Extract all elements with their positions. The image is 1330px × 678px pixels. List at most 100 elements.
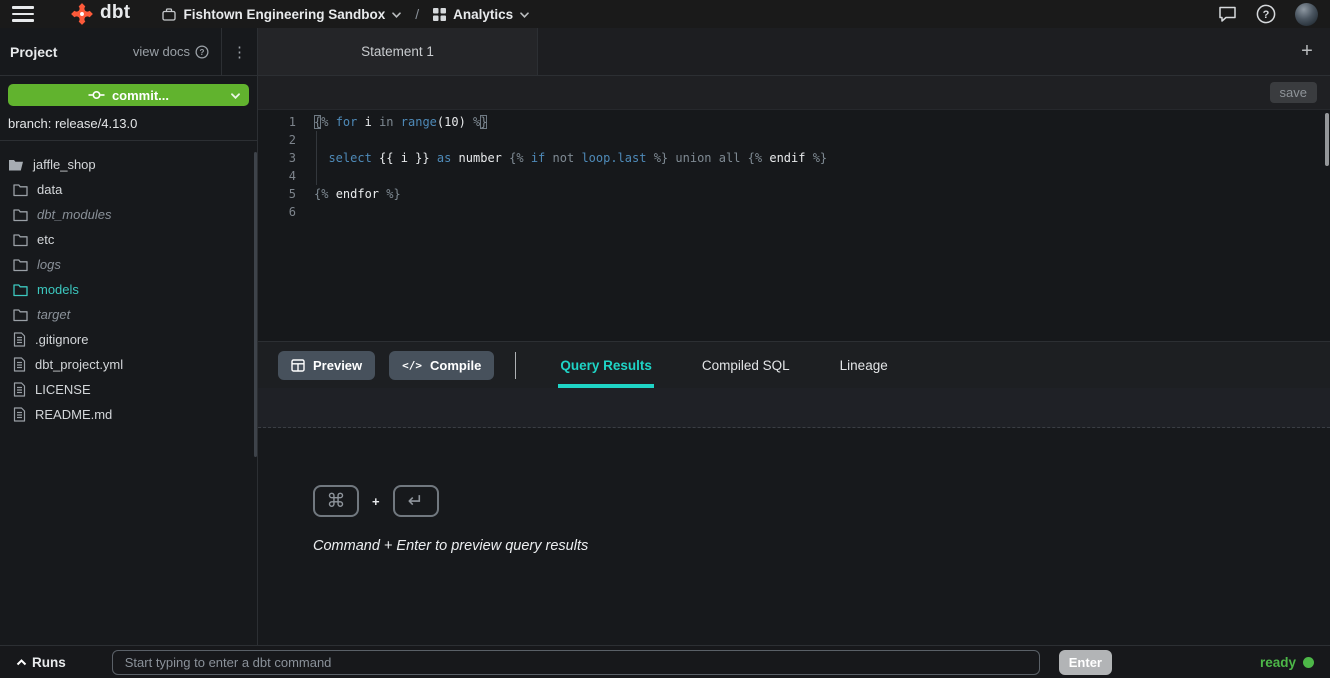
- path-separator: /: [415, 6, 419, 22]
- help-circle-icon: ?: [195, 45, 209, 59]
- tree-item-logs[interactable]: logs: [0, 252, 257, 277]
- indent-guide: [316, 131, 317, 185]
- environment-selector[interactable]: Analytics: [433, 7, 529, 22]
- tree-item-models[interactable]: models: [0, 277, 257, 302]
- grid-icon: [433, 8, 446, 21]
- tree-item-label: LICENSE: [35, 382, 91, 397]
- file-icon: [13, 332, 26, 347]
- view-docs-label: view docs: [133, 44, 190, 59]
- help-icon[interactable]: ?: [1256, 4, 1276, 24]
- chevron-up-icon: [16, 659, 27, 666]
- save-button[interactable]: save: [1270, 82, 1317, 103]
- new-tab-button[interactable]: +: [1284, 28, 1330, 75]
- chevron-down-icon: [520, 12, 529, 18]
- git-commit-icon: [88, 89, 105, 101]
- line-number: 5: [258, 185, 296, 203]
- command-status-bar: Runs Enter ready: [0, 645, 1330, 678]
- branch-label: branch: release/4.13.0: [8, 116, 249, 131]
- editor-main: Statement 1 + save 1 {% for i in range(10…: [258, 28, 1330, 645]
- results-panel: Preview </> Compile Query Results Compile…: [258, 341, 1330, 645]
- dbt-logo-text: dbt: [100, 2, 130, 24]
- tab-query-results[interactable]: Query Results: [558, 342, 654, 388]
- project-selector-label: Fishtown Engineering Sandbox: [183, 7, 385, 22]
- plus-separator: +: [372, 494, 380, 509]
- tree-item-label: logs: [37, 257, 61, 272]
- return-key-icon: ↵: [393, 485, 439, 517]
- svg-text:?: ?: [200, 47, 205, 56]
- tree-item-etc[interactable]: etc: [0, 227, 257, 252]
- chevron-down-icon: [392, 12, 401, 18]
- code-editor[interactable]: 1{% for i in range(10) %}23 select {{ i …: [258, 110, 1330, 341]
- code-icon: </>: [402, 359, 422, 372]
- results-header-strip: [258, 388, 1330, 428]
- compile-button-label: Compile: [430, 358, 481, 373]
- commit-button[interactable]: commit...: [8, 84, 249, 106]
- dbt-logo[interactable]: dbt: [70, 2, 130, 26]
- preview-button-label: Preview: [313, 358, 362, 373]
- file-icon: [13, 382, 26, 397]
- tree-item-target[interactable]: target: [0, 302, 257, 327]
- tree-item-label: etc: [37, 232, 54, 247]
- project-sidebar: Project view docs ? ⋮ commit... branch: …: [0, 28, 258, 645]
- folder-icon: [13, 283, 28, 297]
- sidebar-header: Project view docs ? ⋮: [0, 28, 257, 76]
- tab-compiled-sql[interactable]: Compiled SQL: [700, 342, 792, 388]
- project-selector[interactable]: Fishtown Engineering Sandbox: [162, 7, 401, 22]
- code-line-text[interactable]: {% endfor %}: [314, 185, 401, 203]
- results-toolbar: Preview </> Compile Query Results Compile…: [258, 342, 1330, 388]
- kebab-menu-icon[interactable]: ⋮: [221, 28, 257, 75]
- tree-item-label: dbt_modules: [37, 207, 111, 222]
- editor-tab-bar: Statement 1 +: [258, 28, 1330, 76]
- line-number: 1: [258, 113, 296, 131]
- tree-item--gitignore[interactable]: .gitignore: [0, 327, 257, 352]
- dbt-command-input[interactable]: [112, 650, 1040, 675]
- enter-button[interactable]: Enter: [1059, 650, 1112, 675]
- user-avatar[interactable]: [1295, 3, 1318, 26]
- commit-button-label: commit...: [112, 88, 169, 103]
- tree-item-license[interactable]: LICENSE: [0, 377, 257, 402]
- results-empty-state: ⌘ + ↵ Command + Enter to preview query r…: [258, 428, 1330, 645]
- tab-lineage[interactable]: Lineage: [838, 342, 890, 388]
- tree-item-label: .gitignore: [35, 332, 88, 347]
- runs-label: Runs: [32, 655, 66, 670]
- runs-toggle[interactable]: Runs: [16, 655, 66, 670]
- editor-scrollbar[interactable]: [1325, 113, 1329, 166]
- tree-item-dbt-modules[interactable]: dbt_modules: [0, 202, 257, 227]
- sidebar-scrollbar[interactable]: [254, 152, 257, 457]
- folder-open-icon: [8, 158, 24, 172]
- tree-item-label: README.md: [35, 407, 112, 422]
- code-area: 1{% for i in range(10) %}23 select {{ i …: [258, 113, 1330, 221]
- view-docs-link[interactable]: view docs ?: [133, 44, 209, 59]
- chevron-down-icon: [231, 93, 240, 99]
- tree-item-dbt-project-yml[interactable]: dbt_project.yml: [0, 352, 257, 377]
- tree-item-readme-md[interactable]: README.md: [0, 402, 257, 427]
- tree-item-jaffle-shop[interactable]: jaffle_shop: [0, 152, 257, 177]
- hamburger-menu-icon[interactable]: [12, 6, 34, 22]
- tree-item-label: dbt_project.yml: [35, 357, 123, 372]
- folder-icon: [13, 233, 28, 247]
- preview-hint-text: Command + Enter to preview query results: [313, 538, 1330, 554]
- briefcase-icon: [162, 8, 176, 21]
- tree-item-label: jaffle_shop: [33, 157, 96, 172]
- line-number: 2: [258, 131, 296, 149]
- folder-icon: [13, 308, 28, 322]
- dbt-logo-icon: [70, 2, 94, 26]
- sidebar-title: Project: [10, 44, 57, 60]
- tab-statement-1[interactable]: Statement 1: [258, 28, 538, 75]
- tree-item-data[interactable]: data: [0, 177, 257, 202]
- folder-icon: [13, 183, 28, 197]
- code-line-text[interactable]: select {{ i }} as number {% if not loop.…: [314, 149, 827, 167]
- preview-button[interactable]: Preview: [278, 351, 375, 380]
- line-number: 6: [258, 203, 296, 221]
- top-bar: dbt Fishtown Engineering Sandbox / Analy…: [0, 0, 1330, 28]
- compile-button[interactable]: </> Compile: [389, 351, 494, 380]
- chat-icon[interactable]: [1218, 5, 1237, 23]
- toolbar-divider: [515, 352, 516, 379]
- status-indicator: ready: [1260, 655, 1314, 670]
- tree-item-label: models: [37, 282, 79, 297]
- file-icon: [13, 407, 26, 422]
- file-icon: [13, 357, 26, 372]
- svg-text:?: ?: [1263, 9, 1270, 21]
- folder-icon: [13, 208, 28, 222]
- code-line-text[interactable]: {% for i in range(10) %}: [314, 113, 487, 131]
